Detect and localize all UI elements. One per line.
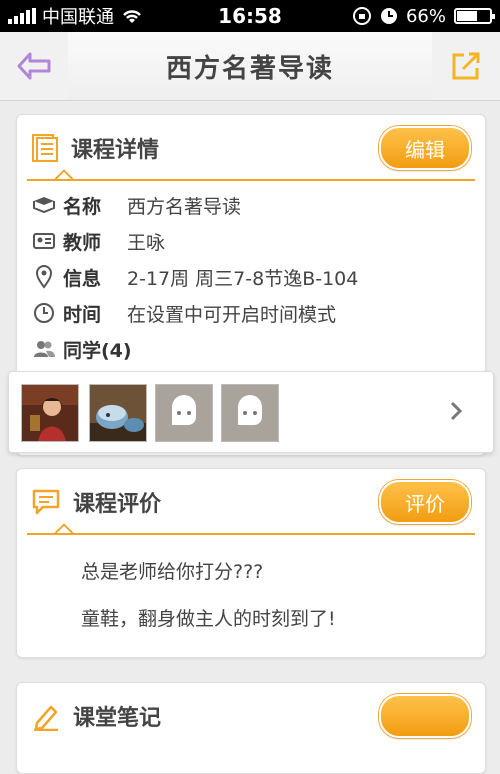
- carrier-group: 中国联通: [8, 3, 144, 29]
- wifi-icon: [123, 10, 141, 23]
- default-avatar-icon: [238, 395, 262, 425]
- status-bar: 中国联通 16:58 66%: [0, 0, 500, 32]
- navigation-bar: 西方名著导读: [0, 32, 500, 101]
- review-prompt-line: 总是老师给你打分???: [81, 561, 264, 583]
- pencil-icon: [34, 705, 58, 731]
- info-value: 西方名著导读: [127, 195, 242, 218]
- course-review-title: 课程评价: [73, 492, 162, 517]
- classmates-label: 同学(4): [63, 339, 132, 362]
- back-button[interactable]: [0, 32, 68, 100]
- course-notes-title: 课堂笔记: [73, 706, 162, 731]
- info-row-name: 名称 西方名著导读: [17, 187, 485, 223]
- classmates-row: 同学(4): [17, 331, 485, 367]
- info-value: 2-17周 周三7-8节逸B-104: [127, 267, 359, 290]
- course-notes-header: 课堂笔记: [17, 683, 485, 749]
- battery-icon: [454, 8, 495, 24]
- back-arrow-icon: [17, 52, 51, 80]
- info-label: 教师: [63, 231, 102, 254]
- comment-icon: [32, 489, 60, 515]
- info-value: 在设置中可开启时间模式: [127, 303, 337, 326]
- notes-button[interactable]: [379, 694, 471, 738]
- header-divider: [27, 179, 475, 181]
- share-button[interactable]: [432, 32, 500, 100]
- classmate-avatar[interactable]: [89, 384, 147, 442]
- course-details-title: 课程详情: [71, 138, 160, 163]
- info-label: 时间: [63, 303, 102, 326]
- page-title: 西方名著导读: [165, 53, 334, 84]
- info-value: 王咏: [127, 231, 166, 254]
- review-button[interactable]: 评价: [379, 480, 471, 524]
- edit-button[interactable]: 编辑: [379, 126, 471, 170]
- document-icon: [32, 134, 58, 162]
- status-right: 66%: [352, 5, 495, 27]
- people-icon: [31, 336, 57, 362]
- book-icon: [31, 192, 57, 218]
- header-divider: [27, 533, 475, 535]
- share-icon: [452, 52, 480, 80]
- info-row-teacher: 教师 王咏: [17, 223, 485, 259]
- classmate-avatar-placeholder[interactable]: [155, 384, 213, 442]
- course-review-header: 课程评价 评价: [17, 469, 485, 535]
- default-avatar-icon: [172, 395, 196, 425]
- carrier-name: 中国联通: [42, 7, 114, 28]
- course-details-header: 课程详情 编辑: [17, 115, 485, 181]
- info-label: 名称: [63, 195, 102, 218]
- signal-icon: [8, 8, 36, 24]
- chevron-right-icon[interactable]: [449, 400, 463, 422]
- info-row-time[interactable]: 时间 在设置中可开启时间模式: [17, 295, 485, 331]
- battery-percent: 66%: [405, 5, 446, 27]
- classmates-strip[interactable]: [8, 371, 494, 453]
- course-review-card: 课程评价 评价 总是老师给你打分??? 童鞋，翻身做主人的时刻到了!: [16, 468, 486, 658]
- classmate-avatar-placeholder[interactable]: [221, 384, 279, 442]
- info-label: 信息: [63, 267, 102, 290]
- alarm-icon: [380, 8, 397, 24]
- classmate-avatar[interactable]: [21, 384, 79, 442]
- id-card-icon: [31, 228, 57, 254]
- info-row-info: 信息 2-17周 周三7-8节逸B-104: [17, 259, 485, 295]
- review-prompt-line: 童鞋，翻身做主人的时刻到了!: [81, 608, 336, 630]
- rotation-lock-icon: [352, 7, 371, 25]
- location-pin-icon: [31, 264, 57, 290]
- course-notes-card: 课堂笔记: [16, 682, 486, 774]
- clock-icon: [31, 300, 57, 326]
